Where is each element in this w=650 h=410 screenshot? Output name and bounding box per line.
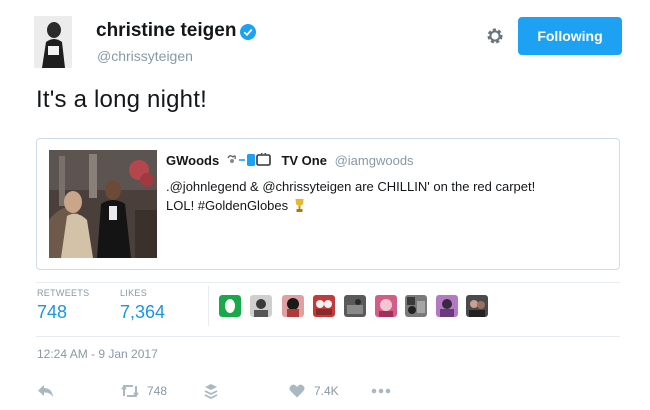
likes-count: 7,364 — [120, 302, 166, 322]
trophy-icon — [294, 198, 305, 218]
reply-button[interactable] — [37, 381, 55, 401]
like-count: 7.4K — [314, 384, 339, 398]
retweets-label: RETWEETS — [37, 288, 90, 298]
liker-avatar[interactable] — [219, 295, 241, 317]
tweet-timestamp[interactable]: 12:24 AM - 9 Jan 2017 — [37, 347, 158, 361]
reply-icon — [37, 384, 55, 398]
quoted-author-handle[interactable]: @iamgwoods — [335, 153, 414, 168]
liker-avatar[interactable] — [282, 295, 304, 317]
likes-stat[interactable]: LIKES 7,364 — [120, 288, 165, 323]
quoted-tweet-photo[interactable] — [49, 150, 157, 258]
retweet-icon — [120, 384, 140, 398]
quoted-author-name-suffix[interactable]: TV One — [281, 153, 327, 168]
user-handle[interactable]: @chrissyteigen — [97, 48, 193, 64]
stats-separator — [208, 286, 209, 326]
like-button[interactable]: 7.4K — [289, 381, 339, 401]
quoted-text-line-2-wrap: LOL! #GoldenGlobes — [166, 196, 606, 218]
stack-icon — [203, 383, 219, 399]
liker-avatar[interactable] — [250, 295, 272, 317]
retweets-stat[interactable]: RETWEETS 748 — [37, 288, 89, 323]
quoted-tweet-text: .@johnlegend & @chrissyteigen are CHILLI… — [166, 177, 606, 218]
quoted-text-line-2: LOL! #GoldenGlobes — [166, 198, 289, 213]
liker-avatar[interactable] — [405, 295, 427, 317]
gear-icon[interactable] — [486, 27, 504, 45]
heart-icon — [289, 384, 305, 398]
liker-avatar[interactable] — [375, 295, 397, 317]
verified-badge-icon — [240, 24, 256, 40]
quoted-author-name[interactable]: GWoods — [166, 153, 219, 168]
liker-avatar[interactable] — [313, 295, 335, 317]
retweet-count: 748 — [147, 384, 168, 398]
quoted-tweet[interactable]: GWoods TV One @iamgwoods .@johnlegend & … — [36, 138, 620, 270]
more-button[interactable] — [371, 381, 391, 401]
liker-avatar[interactable] — [344, 295, 366, 317]
retweets-count: 748 — [37, 302, 68, 322]
display-name[interactable]: christine teigen — [96, 20, 236, 42]
emoji-icons — [226, 151, 276, 170]
quoted-text-line-1: .@johnlegend & @chrissyteigen are CHILLI… — [166, 179, 536, 194]
divider — [36, 282, 620, 283]
liker-avatar[interactable] — [466, 295, 488, 317]
profile-avatar[interactable] — [34, 16, 72, 68]
more-icon — [371, 388, 391, 394]
stack-button[interactable] — [203, 381, 219, 401]
retweet-button[interactable]: 748 — [120, 381, 167, 401]
likes-label: LIKES — [120, 288, 148, 298]
liker-avatar[interactable] — [436, 295, 458, 317]
divider — [36, 336, 620, 337]
following-button[interactable]: Following — [518, 17, 622, 55]
quoted-tweet-header: GWoods TV One @iamgwoods — [166, 151, 414, 170]
tweet-text: It's a long night! — [36, 86, 207, 113]
